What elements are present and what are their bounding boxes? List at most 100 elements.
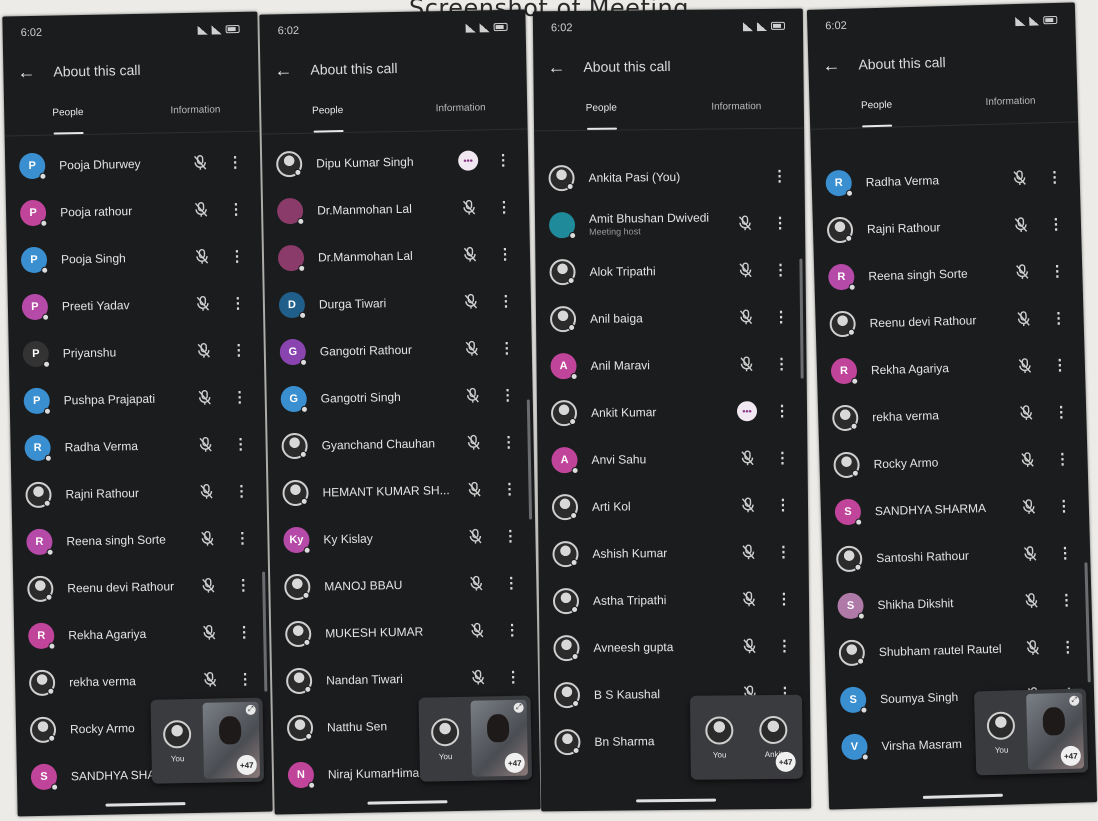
self-view-tile[interactable]: You +47 ⤢	[418, 695, 533, 782]
more-options-icon[interactable]: ⋮	[772, 495, 794, 513]
participant-row[interactable]: R Rekha Agariya ⋮	[14, 608, 270, 660]
participant-row[interactable]: Rajni Rathour ⋮	[11, 467, 267, 519]
tab-information[interactable]: Information	[131, 90, 259, 133]
more-options-icon[interactable]: ⋮	[770, 307, 792, 325]
participant-row[interactable]: Alok Tripathi ⋮	[535, 246, 805, 296]
more-options-icon[interactable]: ⋮	[1053, 496, 1075, 515]
participant-row[interactable]: MUKESH KUMAR ⋮	[271, 605, 538, 657]
participant-row[interactable]: Ky Ky Kislay ⋮	[269, 511, 536, 563]
more-options-icon[interactable]: ⋮	[231, 528, 253, 546]
more-options-icon[interactable]: ⋮	[227, 293, 249, 311]
self-view-tile[interactable]: You Ankit +47	[689, 694, 803, 780]
participant-row[interactable]: Ankit Kumar ••• ⋮	[537, 387, 807, 437]
more-options-icon[interactable]: ⋮	[494, 244, 516, 262]
more-options-icon[interactable]: ⋮	[493, 197, 515, 215]
tab-people[interactable]: People	[534, 88, 669, 130]
tab-information[interactable]: Information	[394, 88, 528, 132]
back-arrow-icon[interactable]: ←	[274, 60, 292, 81]
more-options-icon[interactable]: ⋮	[772, 542, 794, 560]
more-options-icon[interactable]: ⋮	[500, 573, 522, 591]
participant-row[interactable]: Arti Kol ⋮	[538, 481, 808, 531]
participant-row[interactable]: R Reena singh Sorte ⋮	[12, 514, 268, 566]
more-options-icon[interactable]: ⋮	[1045, 214, 1067, 233]
more-options-icon[interactable]: ⋮	[497, 432, 519, 450]
more-options-icon[interactable]: ⋮	[769, 260, 791, 278]
participant-row[interactable]: Shubham rautel Rautel ⋮	[824, 622, 1093, 676]
more-options-icon[interactable]: ⋮	[770, 354, 792, 372]
more-options-icon[interactable]: ⋮	[497, 385, 519, 403]
more-options-icon[interactable]: ⋮	[1049, 355, 1071, 374]
participant-row[interactable]: S Shikha Dikshit ⋮	[823, 575, 1092, 629]
tab-people[interactable]: People	[261, 90, 395, 134]
self-view-tile[interactable]: You +47 ⤢	[150, 697, 265, 784]
more-options-icon[interactable]: ⋮	[1047, 308, 1069, 327]
participant-row[interactable]: Rajni Rathour ⋮	[812, 199, 1081, 253]
participant-row[interactable]: Dipu Kumar Singh ••• ⋮	[262, 135, 529, 187]
participant-row[interactable]: MANOJ BBAU ⋮	[270, 558, 537, 610]
participant-row[interactable]: R Radha Verma ⋮	[10, 420, 266, 472]
participant-row[interactable]: P Priyanshu ⋮	[8, 326, 264, 378]
expand-icon[interactable]: ⤢	[513, 702, 524, 713]
participant-row[interactable]: A Anvi Sahu ⋮	[537, 434, 807, 484]
participant-row[interactable]: P Pooja Dhurwey ⋮	[5, 138, 261, 190]
participant-row[interactable]: G Gangotri Singh ⋮	[266, 370, 533, 422]
participant-row[interactable]: Santoshi Rathour ⋮	[822, 528, 1091, 582]
participant-row[interactable]: Reenu devi Rathour ⋮	[13, 561, 269, 613]
more-options-icon[interactable]: ⋮	[499, 526, 521, 544]
more-options-icon[interactable]: ⋮	[768, 166, 790, 184]
more-options-icon[interactable]: ⋮	[498, 479, 520, 497]
participant-row[interactable]: Avneesh gupta ⋮	[539, 622, 809, 672]
more-options-icon[interactable]: ⋮	[1057, 637, 1079, 656]
more-options-icon[interactable]: ⋮	[495, 291, 517, 309]
more-options-icon[interactable]: ⋮	[773, 636, 795, 654]
participant-row[interactable]: R Rekha Agariya ⋮	[816, 340, 1085, 394]
more-options-icon[interactable]: ⋮	[502, 667, 524, 685]
participant-row[interactable]: D Durga Tiwari ⋮	[264, 276, 531, 328]
participant-row[interactable]: rekha verma ⋮	[818, 387, 1087, 441]
participant-row[interactable]: Ankita Pasi (You) ⋮	[534, 152, 804, 202]
back-arrow-icon[interactable]: ←	[17, 61, 35, 82]
more-options-icon[interactable]: ⋮	[773, 589, 795, 607]
participant-row[interactable]: Reenu devi Rathour ⋮	[815, 293, 1084, 347]
back-arrow-icon[interactable]: ←	[547, 57, 565, 78]
more-options-icon[interactable]: ⋮	[1046, 261, 1068, 280]
more-options-icon[interactable]: ⋮	[226, 246, 248, 264]
more-options-icon[interactable]: ⋮	[492, 150, 514, 168]
more-options-icon[interactable]: ⋮	[229, 434, 251, 452]
more-options-icon[interactable]: ⋮	[1055, 590, 1077, 609]
more-options-icon[interactable]: ⋮	[769, 213, 791, 231]
participant-row[interactable]: P Pooja rathour ⋮	[6, 185, 262, 237]
tab-information[interactable]: Information	[669, 87, 804, 129]
more-options-icon[interactable]: ⋮	[224, 152, 246, 170]
participant-row[interactable]: R Radha Verma ⋮	[811, 152, 1080, 206]
expand-icon[interactable]: ⤢	[245, 704, 256, 715]
participant-row[interactable]: S SANDHYA SHARMA ⋮	[820, 481, 1089, 535]
more-options-icon[interactable]: ⋮	[496, 338, 518, 356]
tab-people[interactable]: People	[809, 84, 944, 129]
tab-people[interactable]: People	[4, 92, 132, 135]
more-options-icon[interactable]: ⋮	[1043, 167, 1065, 186]
more-options-icon[interactable]: ⋮	[501, 620, 523, 638]
more-options-icon[interactable]: ⋮	[1054, 543, 1076, 562]
participant-row[interactable]: Rocky Armo ⋮	[819, 434, 1088, 488]
more-options-icon[interactable]: ⋮	[232, 575, 254, 593]
participant-row[interactable]: G Gangotri Rathour ⋮	[265, 323, 532, 375]
more-options-icon[interactable]: ⋮	[771, 401, 793, 419]
participant-row[interactable]: Gyanchand Chauhan ⋮	[267, 417, 534, 469]
tab-information[interactable]: Information	[943, 80, 1078, 125]
more-options-icon[interactable]: ⋮	[228, 340, 250, 358]
more-options-icon[interactable]: ⋮	[234, 669, 256, 687]
participant-row[interactable]: P Preeti Yadav ⋮	[7, 279, 263, 331]
participant-row[interactable]: Anil baiga ⋮	[536, 293, 806, 343]
participant-row[interactable]: A Anil Maravi ⋮	[536, 340, 806, 390]
participant-row[interactable]: Amit Bhushan Dwivedi Meeting host ⋮	[535, 199, 805, 249]
expand-icon[interactable]: ⤢	[1069, 695, 1080, 706]
more-options-icon[interactable]: ⋮	[229, 387, 251, 405]
participant-row[interactable]: P Pushpa Prajapati ⋮	[9, 373, 265, 425]
participant-row[interactable]: P Pooja Singh ⋮	[7, 232, 263, 284]
more-options-icon[interactable]: ⋮	[230, 481, 252, 499]
more-options-icon[interactable]: ⋮	[771, 448, 793, 466]
more-options-icon[interactable]: ⋮	[225, 199, 247, 217]
self-view-tile[interactable]: You +47 ⤢	[973, 688, 1089, 776]
back-arrow-icon[interactable]: ←	[822, 54, 841, 75]
